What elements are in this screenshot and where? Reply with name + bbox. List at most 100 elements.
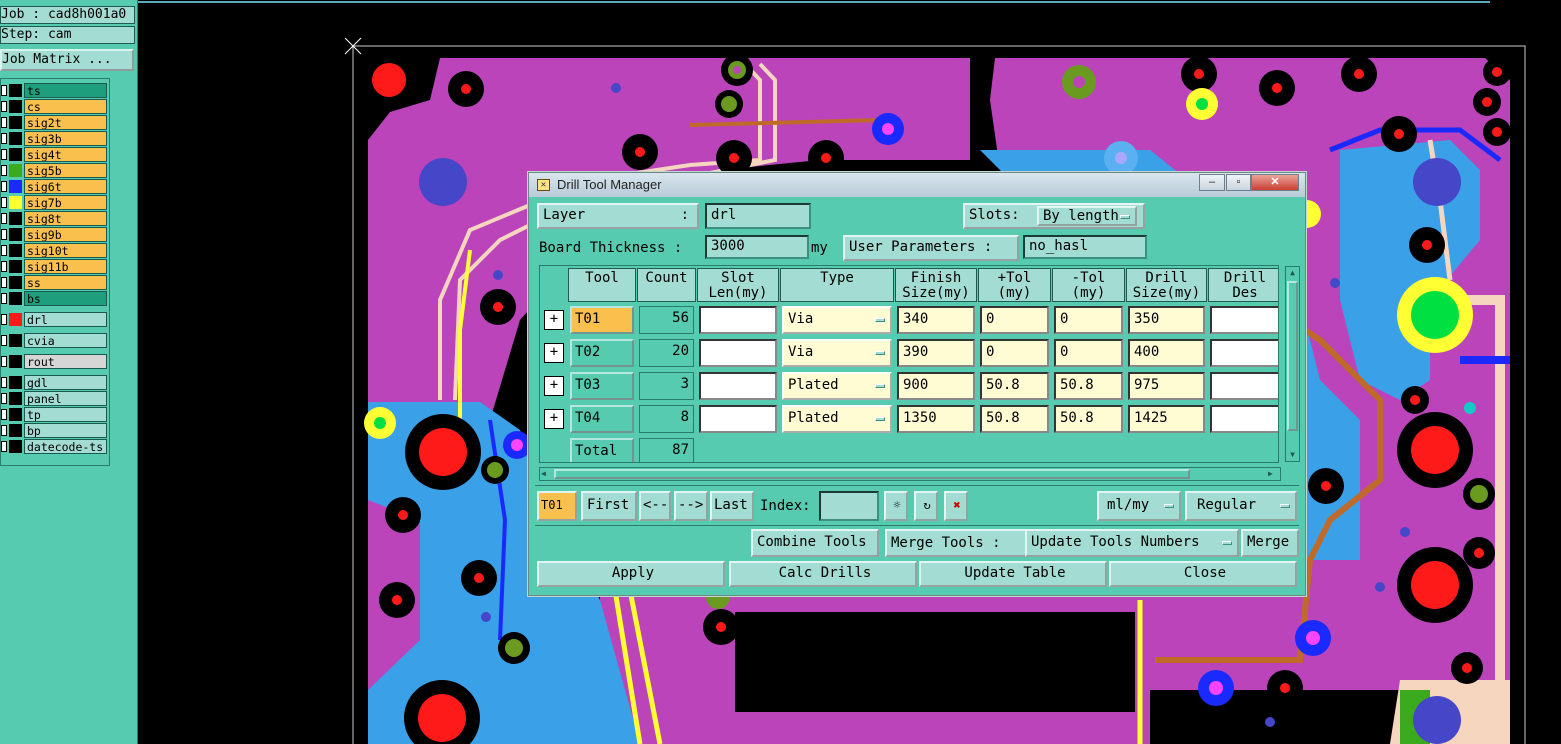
layer-checkbox[interactable] — [1, 409, 7, 420]
close-window-button[interactable]: ✕ — [1251, 174, 1299, 191]
layer-row-gdl[interactable]: gdl — [1, 375, 109, 390]
type-dropdown[interactable]: Plated — [782, 405, 892, 433]
board-thickness-field[interactable]: 3000 — [705, 235, 809, 259]
vertical-scrollbar[interactable]: ▲ ▼ — [1285, 266, 1300, 462]
type-dropdown[interactable]: Plated — [782, 372, 892, 400]
layer-checkbox[interactable] — [1, 101, 7, 112]
layer-color-swatch[interactable] — [9, 212, 22, 225]
merge-button[interactable]: Merge — [1241, 529, 1299, 557]
expand-row-icon[interactable]: + — [544, 409, 564, 429]
layer-name[interactable]: sig2t — [24, 115, 107, 130]
layer-name[interactable]: gdl — [24, 375, 107, 390]
tool-button[interactable]: T03 — [570, 372, 634, 400]
cell-drill-des[interactable] — [1210, 372, 1278, 400]
cell-plus-tol[interactable]: 50.8 — [980, 372, 1049, 400]
horizontal-scroll-thumb[interactable] — [554, 469, 1190, 479]
layer-row-datecode-ts[interactable]: datecode-ts — [1, 439, 109, 454]
update-table-button[interactable]: Update Table — [919, 561, 1107, 587]
apply-button[interactable]: Apply — [537, 561, 725, 587]
layer-color-swatch[interactable] — [9, 100, 22, 113]
layer-row-cs[interactable]: cs — [1, 99, 109, 114]
cell-minus-tol[interactable]: 50.8 — [1054, 405, 1123, 433]
user-parameters-field[interactable]: no_hasl — [1023, 235, 1147, 259]
layer-checkbox[interactable] — [1, 181, 7, 192]
lightbulb-icon[interactable]: ☼ — [884, 491, 908, 521]
layer-row-rout[interactable]: rout — [1, 354, 109, 369]
layer-row-panel[interactable]: panel — [1, 391, 109, 406]
cell-plus-tol[interactable]: 0 — [980, 339, 1049, 367]
scroll-left-icon[interactable]: ◀ — [541, 468, 551, 480]
cell-slot-len[interactable] — [699, 405, 777, 433]
slots-selector[interactable]: Slots: By length — [963, 203, 1145, 229]
layer-row-sig9b[interactable]: sig9b — [1, 227, 109, 242]
first-button[interactable]: First — [581, 491, 637, 521]
layer-checkbox[interactable] — [1, 441, 7, 452]
cell-finish-size[interactable]: 340 — [897, 306, 975, 334]
layer-name[interactable]: cvia — [24, 333, 107, 348]
combine-tools-button[interactable]: Combine Tools — [751, 529, 879, 557]
layer-checkbox[interactable] — [1, 149, 7, 160]
layer-color-swatch[interactable] — [9, 292, 22, 305]
prev-button[interactable]: <-- — [639, 491, 671, 521]
layer-name[interactable]: sig5b — [24, 163, 107, 178]
layer-name[interactable]: sig10t — [24, 243, 107, 258]
layer-checkbox[interactable] — [1, 245, 7, 256]
cell-minus-tol[interactable]: 0 — [1054, 306, 1123, 334]
expand-row-icon[interactable]: + — [544, 376, 564, 396]
tool-button[interactable]: T02 — [570, 339, 634, 367]
expand-row-icon[interactable]: + — [544, 310, 564, 330]
layer-color-swatch[interactable] — [9, 313, 22, 326]
scroll-up-icon[interactable]: ▲ — [1287, 268, 1298, 278]
type-dropdown[interactable]: Via — [782, 339, 892, 367]
horizontal-scrollbar[interactable]: ◀ ▶ — [539, 467, 1281, 481]
cell-drill-des[interactable] — [1210, 339, 1278, 367]
layer-field[interactable]: drl — [705, 203, 811, 229]
layer-name[interactable]: panel — [24, 391, 107, 406]
scroll-down-icon[interactable]: ▼ — [1287, 450, 1298, 460]
minimize-button[interactable]: – — [1199, 174, 1225, 191]
layer-checkbox[interactable] — [1, 261, 7, 272]
cell-finish-size[interactable]: 900 — [897, 372, 975, 400]
merge-option-dropdown[interactable]: Update Tools Numbers — [1025, 529, 1239, 557]
layer-color-swatch[interactable] — [9, 376, 22, 389]
index-field[interactable] — [819, 491, 879, 521]
layer-checkbox[interactable] — [1, 314, 7, 325]
layer-row-sig7b[interactable]: sig7b — [1, 195, 109, 210]
type-dropdown[interactable]: Via — [782, 306, 892, 334]
layer-row-sig10t[interactable]: sig10t — [1, 243, 109, 258]
cell-minus-tol[interactable]: 0 — [1054, 339, 1123, 367]
layer-color-swatch[interactable] — [9, 334, 22, 347]
layer-checkbox[interactable] — [1, 229, 7, 240]
cell-plus-tol[interactable]: 0 — [980, 306, 1049, 334]
expand-row-icon[interactable]: + — [544, 343, 564, 363]
cell-finish-size[interactable]: 1350 — [897, 405, 975, 433]
layer-checkbox[interactable] — [1, 165, 7, 176]
layer-row-cvia[interactable]: cvia — [1, 333, 109, 348]
layer-row-sig3b[interactable]: sig3b — [1, 131, 109, 146]
layer-checkbox[interactable] — [1, 133, 7, 144]
layer-name[interactable]: rout — [24, 354, 107, 369]
layer-name[interactable]: ts — [24, 83, 107, 98]
user-parameters-button[interactable]: User Parameters : — [843, 235, 1019, 261]
layer-name[interactable]: cs — [24, 99, 107, 114]
layer-row-sig8t[interactable]: sig8t — [1, 211, 109, 226]
layer-checkbox[interactable] — [1, 356, 7, 367]
layer-row-bs[interactable]: bs — [1, 291, 109, 306]
layer-color-swatch[interactable] — [9, 116, 22, 129]
layer-row-tp[interactable]: tp — [1, 407, 109, 422]
layer-checkbox[interactable] — [1, 393, 7, 404]
calc-drills-button[interactable]: Calc Drills — [729, 561, 917, 587]
cell-drill-size[interactable]: 1425 — [1128, 405, 1205, 433]
layer-name[interactable]: sig9b — [24, 227, 107, 242]
layer-row-bp[interactable]: bp — [1, 423, 109, 438]
layer-name[interactable]: sig8t — [24, 211, 107, 226]
layer-color-swatch[interactable] — [9, 408, 22, 421]
last-button[interactable]: Last — [710, 491, 754, 521]
delete-icon[interactable]: ✖ — [944, 491, 968, 521]
maximize-button[interactable]: ▫ — [1226, 174, 1251, 191]
layer-color-swatch[interactable] — [9, 132, 22, 145]
layer-color-swatch[interactable] — [9, 260, 22, 273]
layer-name[interactable]: tp — [24, 407, 107, 422]
layer-checkbox[interactable] — [1, 277, 7, 288]
layer-checkbox[interactable] — [1, 293, 7, 304]
